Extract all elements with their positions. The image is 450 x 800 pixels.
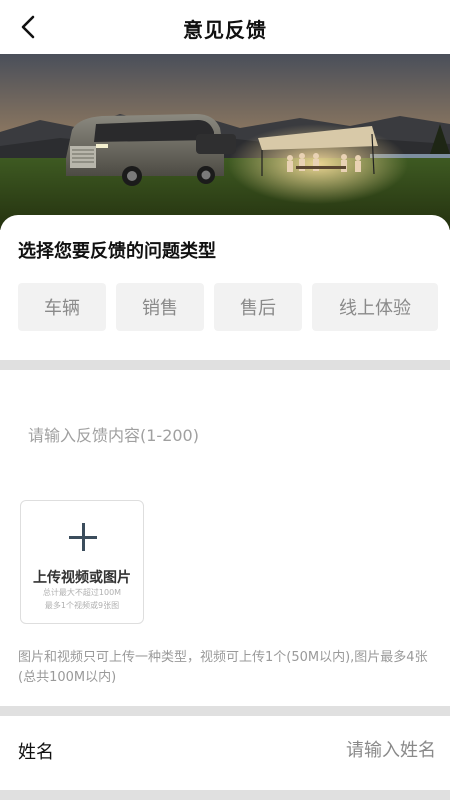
page-title: 意见反馈 bbox=[183, 18, 267, 42]
name-input[interactable] bbox=[216, 734, 436, 766]
upload-size-hint: 总计最大不超过100M bbox=[42, 588, 122, 597]
category-option-online-experience[interactable]: 线上体验 bbox=[312, 283, 438, 331]
category-option-after-sales[interactable]: 售后 bbox=[214, 283, 302, 331]
feedback-input[interactable] bbox=[18, 400, 432, 480]
section-divider bbox=[0, 790, 450, 800]
upload-note: 图片和视频只可上传一种类型，视频可上传1个(50M以内),图片最多4张(总共10… bbox=[18, 650, 428, 685]
category-option-vehicle[interactable]: 车辆 bbox=[18, 283, 106, 331]
category-heading: 选择您要反馈的问题类型 bbox=[18, 241, 216, 262]
category-card: 选择您要反馈的问题类型 车辆 销售 售后 线上体验 bbox=[0, 215, 450, 360]
plus-icon bbox=[67, 521, 99, 553]
section-divider bbox=[0, 706, 450, 716]
category-option-sales[interactable]: 销售 bbox=[116, 283, 204, 331]
photo-icon bbox=[0, 54, 450, 230]
upload-count-hint: 最多1个视频或9张图 bbox=[44, 601, 120, 610]
upload-media-button[interactable]: 上传视频或图片 总计最大不超过100M 最多1个视频或9张图 bbox=[20, 500, 144, 624]
nav-bar: 意见反馈 bbox=[0, 0, 450, 54]
upload-label: 上传视频或图片 bbox=[33, 570, 131, 586]
name-label: 姓名 bbox=[18, 742, 54, 763]
feedback-area bbox=[18, 400, 432, 480]
banner-image bbox=[0, 54, 450, 230]
category-options: 车辆 销售 售后 线上体验 bbox=[18, 283, 438, 331]
section-divider bbox=[0, 360, 450, 370]
name-row: 姓名 bbox=[0, 716, 450, 784]
